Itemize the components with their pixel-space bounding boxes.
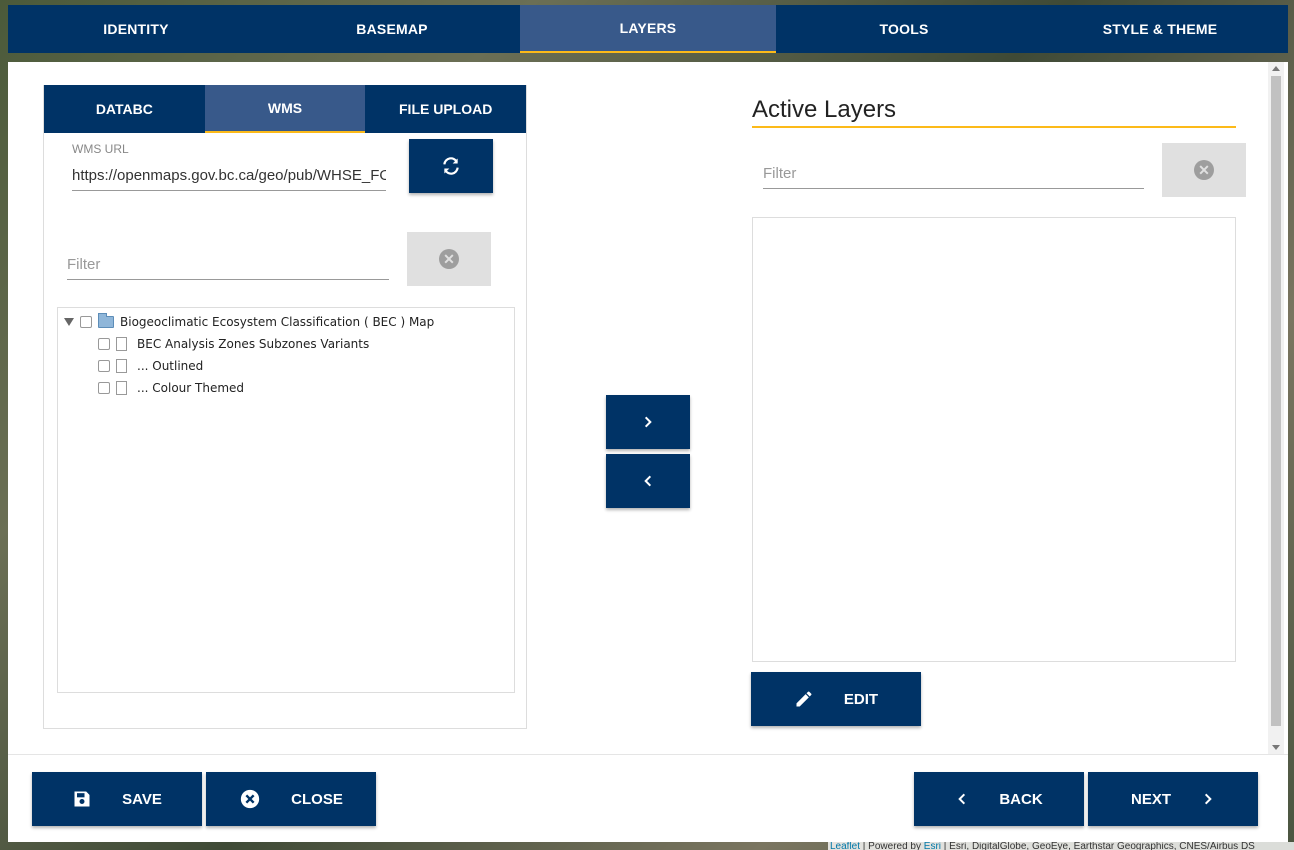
clear-active-filter-button[interactable]: ✕ [1162, 143, 1246, 197]
wms-url-input[interactable] [72, 167, 386, 191]
edit-button[interactable]: EDIT [751, 672, 921, 726]
save-button[interactable]: SAVE [32, 772, 202, 826]
panel-footer: SAVE CLOSE BACK NEXT [8, 754, 1288, 842]
layers-panel: DATABC WMS FILE UPLOAD WMS URL ✕ [8, 62, 1288, 842]
pencil-icon [794, 689, 814, 709]
tab-file-upload[interactable]: FILE UPLOAD [365, 85, 526, 133]
esri-link[interactable]: Esri [924, 842, 941, 850]
scroll-up-arrow-icon[interactable] [1272, 66, 1280, 71]
panel-scrollbar[interactable] [1268, 62, 1284, 754]
tree-node-child: BEC Analysis Zones Subzones Variants [98, 334, 369, 354]
add-layer-button[interactable] [606, 395, 690, 449]
wms-url-label: WMS URL [72, 142, 129, 156]
scrollbar-thumb[interactable] [1271, 76, 1281, 726]
active-layers-title: Active Layers [752, 96, 1236, 128]
child-checkbox[interactable] [98, 338, 110, 350]
tab-wms[interactable]: WMS [204, 85, 366, 133]
tab-tools[interactable]: TOOLS [776, 5, 1032, 53]
chevron-left-icon [641, 474, 655, 488]
map-attribution: Leaflet | Powered by Esri | Esri, Digita… [828, 842, 1294, 850]
file-icon [116, 381, 127, 395]
source-filter-input[interactable] [67, 256, 389, 280]
next-button-label: NEXT [1130, 790, 1171, 808]
close-button-label: CLOSE [291, 790, 343, 808]
root-checkbox[interactable] [80, 316, 92, 328]
tab-style-theme[interactable]: STYLE & THEME [1032, 5, 1288, 53]
layer-source-card: DATABC WMS FILE UPLOAD WMS URL ✕ [43, 85, 527, 729]
remove-layer-button[interactable] [606, 454, 690, 508]
tree-node-label: ... Colour Themed [137, 381, 245, 395]
child-checkbox[interactable] [98, 360, 110, 372]
chevron-right-icon [641, 415, 655, 429]
edit-button-label: EDIT [843, 690, 879, 708]
scroll-down-arrow-icon[interactable] [1272, 745, 1280, 750]
collapse-caret-icon[interactable] [64, 318, 74, 326]
tab-basemap[interactable]: BASEMAP [264, 5, 520, 53]
clear-source-filter-button[interactable]: ✕ [407, 232, 491, 286]
file-icon [116, 359, 127, 373]
tree-node-label: Biogeoclimatic Ecosystem Classification … [120, 315, 435, 329]
clear-circle-icon: ✕ [439, 249, 459, 269]
back-button[interactable]: BACK [914, 772, 1084, 826]
next-button[interactable]: NEXT [1088, 772, 1258, 826]
refresh-button[interactable] [409, 139, 493, 193]
close-button[interactable]: CLOSE [206, 772, 376, 826]
save-button-label: SAVE [122, 790, 162, 808]
top-nav: IDENTITY BASEMAP LAYERS TOOLS STYLE & TH… [8, 5, 1288, 53]
tab-identity[interactable]: IDENTITY [8, 5, 264, 53]
leaflet-link[interactable]: Leaflet [830, 842, 860, 850]
tree-node-label: ... Outlined [137, 359, 204, 373]
layer-tree: Biogeoclimatic Ecosystem Classification … [57, 307, 515, 693]
file-icon [116, 337, 127, 351]
chevron-left-icon [955, 792, 969, 806]
active-layers-list [752, 217, 1236, 662]
tab-databc[interactable]: DATABC [44, 85, 205, 133]
back-button-label: BACK [999, 790, 1043, 808]
active-filter-input[interactable] [763, 165, 1144, 189]
folder-icon [98, 313, 114, 328]
child-checkbox[interactable] [98, 382, 110, 394]
tree-node-label: BEC Analysis Zones Subzones Variants [137, 337, 370, 351]
tab-layers[interactable]: LAYERS [520, 5, 776, 53]
tree-node-child: ... Outlined [98, 356, 203, 376]
close-circle-icon [239, 788, 261, 810]
tree-node-root: Biogeoclimatic Ecosystem Classification … [64, 312, 434, 332]
tree-node-child: ... Colour Themed [98, 378, 244, 398]
clear-circle-icon: ✕ [1194, 160, 1214, 180]
attribution-powered: | Powered by [860, 842, 924, 850]
floppy-disk-icon [72, 789, 92, 809]
source-tabs: DATABC WMS FILE UPLOAD [44, 85, 526, 133]
refresh-icon [441, 156, 461, 176]
attribution-sources: | Esri, DigitalGlobe, GeoEye, Earthstar … [941, 842, 1255, 850]
chevron-right-icon [1201, 792, 1215, 806]
